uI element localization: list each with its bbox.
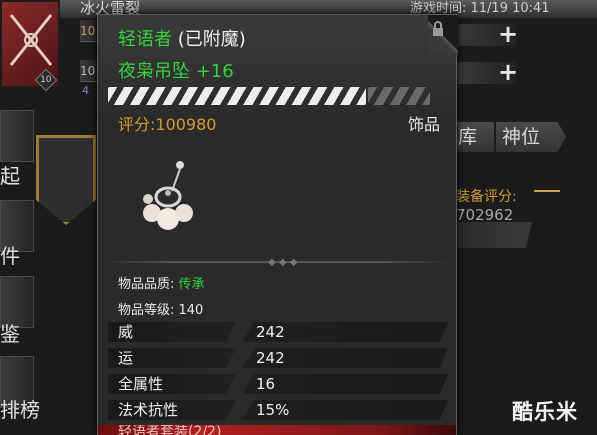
plus-button[interactable]: + — [497, 60, 519, 84]
item-score: 评分:100980 — [118, 115, 217, 134]
attribute-row: 法术抗性 15% — [108, 399, 448, 421]
plus-button[interactable]: + — [497, 22, 519, 46]
attribute-value: 15% — [256, 401, 290, 419]
enchant-name: 轻语者 — [118, 29, 172, 50]
side-nav-label: 排榜 — [0, 398, 40, 422]
enchant-title: 轻语者 (已附魔) — [118, 25, 246, 51]
skill-tile[interactable]: 10 — [0, 0, 60, 92]
lock-icon[interactable] — [431, 21, 445, 37]
guild-shield — [36, 135, 96, 225]
enhance-progress-fill — [108, 87, 366, 105]
crossed-swords-icon — [9, 14, 53, 66]
equip-score-value: 702962 — [456, 206, 514, 224]
attribute-value: 242 — [256, 323, 285, 341]
stat-bar-1: 10 — [80, 20, 98, 42]
arrow-decoration — [534, 190, 560, 192]
set-name: 轻语者套装(2/2) — [118, 425, 222, 435]
enhance-progress-rest — [368, 87, 430, 105]
side-nav-label: 鉴 — [0, 322, 20, 346]
attribute-name: 法术抗性 — [118, 401, 179, 419]
pendant-icon — [143, 161, 193, 230]
set-bonus-bar: 轻语者套装(2/2) — [98, 425, 456, 435]
score-ribbon — [452, 222, 532, 248]
tab-divine[interactable]: 神位 — [496, 122, 566, 152]
quality-label: 物品品质: — [118, 277, 179, 292]
stat-bar-2: 10 — [80, 60, 98, 82]
item-name: 夜枭吊坠 +16 — [118, 61, 234, 82]
divider-ornament: ◆ ◆ ◆ — [268, 257, 298, 268]
equip-score-label: 装备评分: — [456, 189, 517, 205]
attribute-name: 全属性 — [118, 375, 164, 393]
side-nav-item[interactable] — [0, 110, 34, 162]
attribute-name: 运 — [118, 349, 134, 367]
stat-bar-2-sub: 4 — [82, 84, 89, 97]
attribute-row: 全属性 16 — [108, 373, 448, 395]
attribute-row: 运 242 — [108, 347, 448, 369]
skill-level-badge: 10 — [34, 68, 58, 92]
attribute-row: 威 242 — [108, 321, 448, 343]
quality-value: 传承 — [178, 277, 205, 292]
watermark: 酷乐米 — [512, 400, 578, 424]
quality-row: 物品品质: 传承 — [118, 273, 205, 292]
item-tooltip: 轻语者 (已附魔) 夜枭吊坠 +16 评分:100980 饰品 ◆ ◆ ◆ 物品… — [97, 14, 458, 435]
side-nav-label: 起 — [0, 164, 20, 188]
enchant-suffix: (已附魔) — [172, 29, 246, 50]
attribute-value: 16 — [256, 375, 276, 393]
side-nav-label: 件 — [0, 244, 20, 268]
tab-storage[interactable]: 库 — [452, 122, 494, 152]
level-row: 物品等级: 140 — [118, 303, 204, 318]
attribute-name: 威 — [118, 323, 134, 341]
item-type: 饰品 — [408, 115, 441, 134]
attribute-value: 242 — [256, 349, 285, 367]
